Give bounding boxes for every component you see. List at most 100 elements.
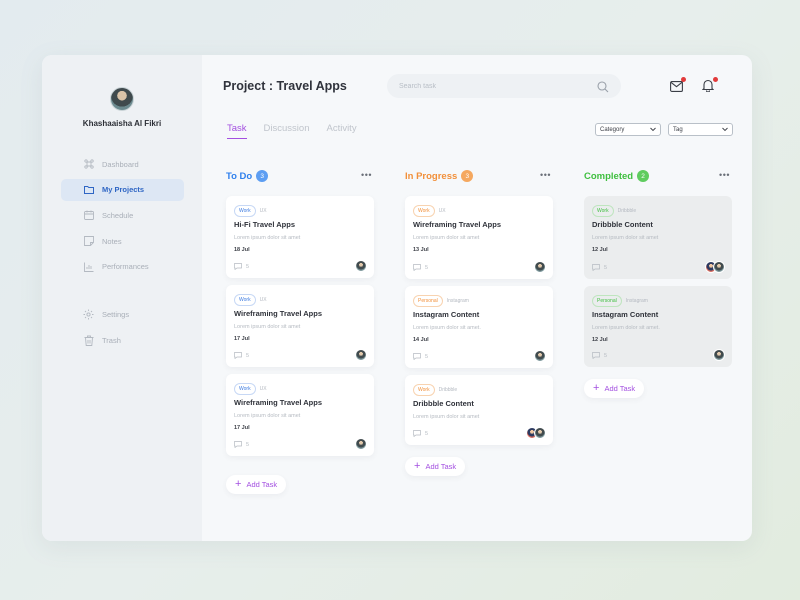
tab-task[interactable]: Task	[227, 123, 247, 139]
card-date: 12 Jul	[592, 337, 608, 343]
add-task-button[interactable]: + Add Task	[584, 379, 645, 398]
tab-activity[interactable]: Activity	[326, 123, 356, 139]
folder-icon	[83, 184, 94, 195]
add-task-button[interactable]: + Add Task	[226, 475, 287, 494]
card-date: 13 Jul	[413, 247, 429, 253]
add-task-label: Add Task	[425, 462, 457, 471]
card-date: 12 Jul	[592, 247, 608, 253]
sidebar-item-label: Trash	[102, 335, 121, 345]
comment-icon	[413, 264, 421, 271]
search-bar[interactable]	[387, 74, 621, 98]
task-card[interactable]: Work Dribbble Dribbble Content Lorem ipsu…	[405, 375, 553, 445]
sidebar-item-schedule[interactable]: Schedule	[61, 204, 184, 226]
card-date: 18 Jul	[234, 247, 250, 253]
column-title: Completed	[584, 170, 634, 182]
task-card[interactable]: Work UX Wireframing Travel Apps Lorem ips…	[226, 374, 374, 456]
card-description: Lorem ipsum dolor sit amet	[413, 414, 480, 420]
sidebar-item-trash[interactable]: Trash	[61, 329, 184, 351]
tag-badge: Work	[592, 204, 614, 217]
secondary-tag: UX	[259, 296, 267, 303]
more-options-icon[interactable]: •••	[719, 170, 730, 180]
user-name: Khashaaisha Al Fikri	[82, 119, 162, 128]
comment-count: 5	[604, 264, 608, 271]
card-description: Lorem ipsum dolor sit amet	[234, 235, 301, 241]
add-task-button[interactable]: + Add Task	[405, 457, 466, 476]
card-date: 17 Jul	[234, 336, 250, 342]
column-header: In Progress 3 •••	[405, 168, 555, 184]
more-options-icon[interactable]: •••	[361, 170, 372, 180]
gear-icon	[83, 309, 94, 320]
column-completed: Completed 2 ••• Work Dribbble Dribbble Co…	[584, 168, 734, 398]
chevron-down-icon	[722, 127, 728, 132]
task-card[interactable]: Work UX Wireframing Travel Apps Lorem ips…	[405, 196, 553, 279]
plus-icon: +	[414, 460, 421, 472]
assignee-avatar	[355, 260, 367, 272]
tag-badge: Personal	[413, 294, 443, 307]
comment-count: 5	[246, 263, 250, 270]
user-avatar[interactable]	[110, 87, 134, 111]
page-title: Project : Travel Apps	[223, 79, 347, 93]
tab-bar: Task Discussion Activity	[227, 123, 357, 139]
assignee-avatar	[534, 427, 546, 439]
category-select[interactable]: Category	[595, 123, 661, 136]
count-badge: 3	[256, 170, 269, 182]
tag-badge: Work	[413, 204, 435, 217]
comment-icon	[234, 352, 242, 359]
task-card[interactable]: Work UX Hi-Fi Travel Apps Lorem ipsum dol…	[226, 196, 374, 278]
plus-icon: +	[593, 382, 600, 394]
chart-icon	[83, 261, 94, 272]
task-card[interactable]: Work UX Wireframing Travel Apps Lorem ips…	[226, 285, 374, 367]
trash-icon	[83, 335, 94, 346]
sidebar: Khashaaisha Al Fikri Dashboard My Projec…	[42, 55, 202, 541]
sidebar-item-performances[interactable]: Performances	[61, 256, 184, 278]
search-input[interactable]	[399, 82, 589, 90]
bell-icon	[701, 79, 715, 93]
column-in-progress: In Progress 3 ••• Work UX Wireframing Tra…	[405, 168, 555, 476]
comment-count: 5	[425, 353, 429, 360]
column-title: In Progress	[405, 170, 458, 182]
tag-badge: Work	[234, 204, 256, 217]
sidebar-item-dashboard[interactable]: Dashboard	[61, 153, 184, 175]
card-title: Dribbble Content	[592, 220, 653, 229]
mail-button[interactable]	[670, 77, 686, 93]
sidebar-item-settings[interactable]: Settings	[61, 303, 184, 325]
sidebar-item-notes[interactable]: Notes	[61, 230, 184, 252]
task-card[interactable]: Work Dribbble Dribbble Content Lorem ipsu…	[584, 196, 732, 279]
comment-count: 5	[425, 264, 429, 271]
app-window: Khashaaisha Al Fikri Dashboard My Projec…	[42, 55, 752, 541]
secondary-tag: UX	[259, 207, 267, 214]
card-title: Wireframing Travel Apps	[234, 398, 323, 407]
card-title: Wireframing Travel Apps	[234, 309, 323, 318]
task-card[interactable]: Personal Instagram Instagram Content Lore…	[584, 286, 732, 367]
notifications-button[interactable]	[701, 77, 718, 93]
secondary-tag: UX	[438, 207, 446, 214]
search-icon[interactable]	[597, 80, 609, 98]
card-date: 17 Jul	[234, 425, 250, 431]
card-description: Lorem ipsum dolor sit amet	[234, 413, 301, 419]
secondary-tag: Dribbble	[617, 207, 637, 214]
comment-count: 5	[246, 441, 250, 448]
secondary-tag: Instagram	[625, 297, 648, 304]
tag-select-value: Tag	[673, 126, 683, 133]
tab-discussion[interactable]: Discussion	[264, 123, 310, 139]
column-header: To Do 3 •••	[226, 168, 376, 184]
command-icon	[83, 159, 94, 170]
comment-count: 5	[604, 352, 608, 359]
assignee-avatar	[713, 261, 725, 273]
sidebar-item-my-projects[interactable]: My Projects	[61, 178, 184, 201]
task-card[interactable]: Personal Instagram Instagram Content Lore…	[405, 286, 553, 368]
assignee-avatar	[534, 261, 546, 273]
sidebar-item-label: Performances	[102, 262, 149, 272]
chevron-down-icon	[650, 127, 656, 132]
secondary-tag: UX	[259, 385, 267, 392]
more-options-icon[interactable]: •••	[540, 170, 551, 180]
assignee-avatar	[534, 350, 546, 362]
assignee-avatar	[713, 349, 725, 361]
card-title: Instagram Content	[592, 310, 659, 319]
note-icon	[83, 236, 94, 247]
sidebar-item-label: Schedule	[102, 210, 134, 220]
card-description: Lorem ipsum dolor sit amet	[413, 235, 480, 241]
tag-select[interactable]: Tag	[668, 123, 733, 136]
main-panel: Project : Travel Apps Task Discussion Ac…	[202, 55, 752, 541]
